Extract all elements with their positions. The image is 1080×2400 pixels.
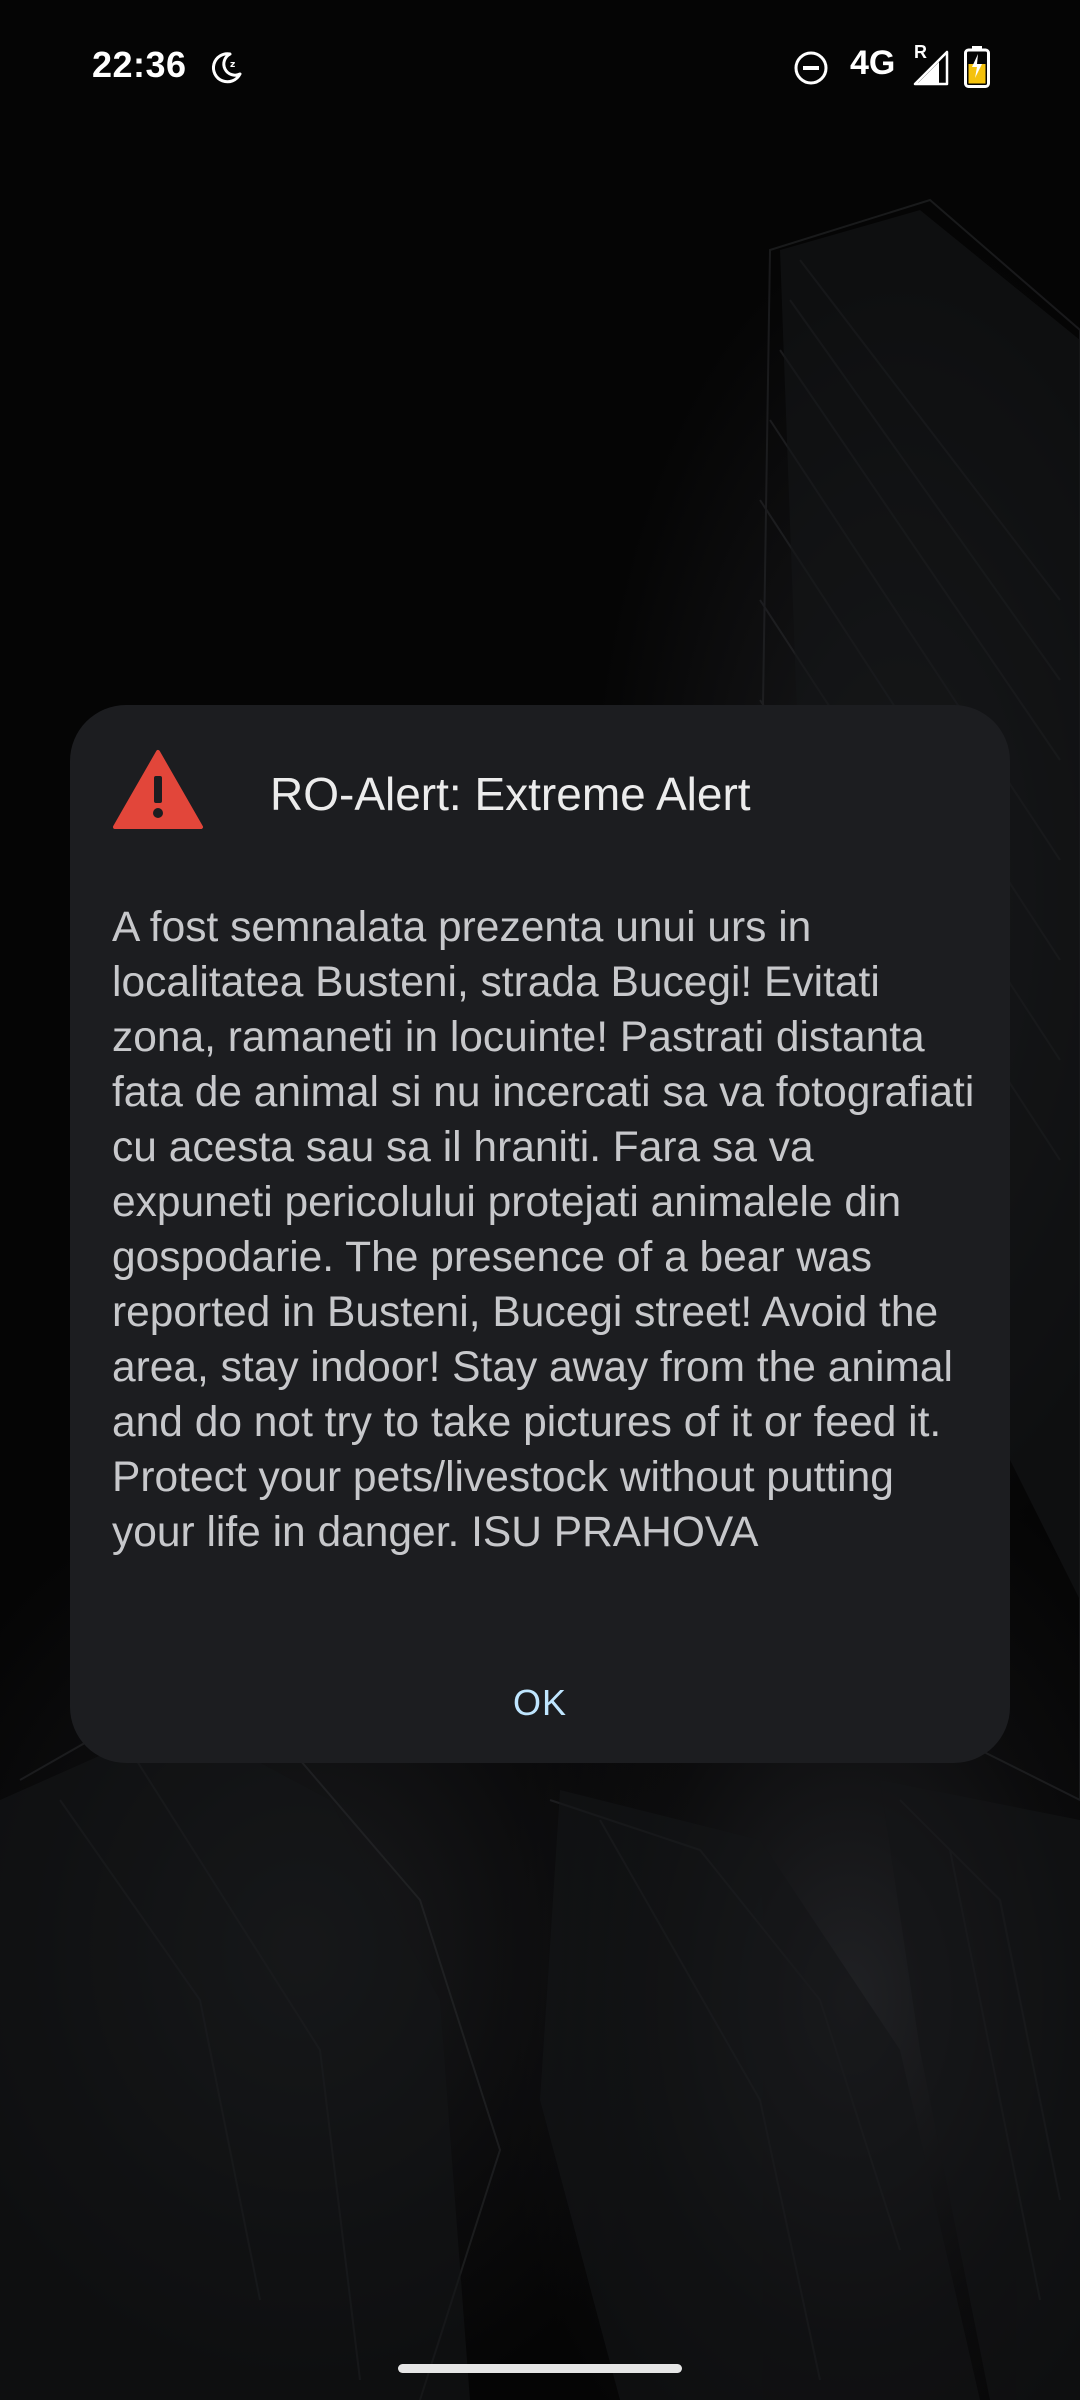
navigation-gesture-handle[interactable] <box>398 2364 682 2373</box>
alert-message: A fost semnalata prezenta unui urs in lo… <box>112 904 975 1556</box>
ok-button[interactable]: OK <box>500 1663 580 1743</box>
network-type-label: 4G <box>850 44 896 82</box>
dialog-title: RO-Alert: Extreme Alert <box>270 768 751 820</box>
screen: 22:36 z 4G R RO-Alert: Extreme Alert A f… <box>0 0 1080 2400</box>
dialog-header: RO-Alert: Extreme Alert <box>112 745 972 841</box>
svg-text:z: z <box>230 60 235 70</box>
do-not-disturb-icon <box>794 51 828 85</box>
status-time: 22:36 <box>92 44 187 85</box>
cell-signal-icon <box>913 50 949 86</box>
alert-dialog: RO-Alert: Extreme Alert A fost semnalata… <box>70 705 1010 1763</box>
bedtime-moon-icon: z <box>211 52 242 84</box>
battery-charging-icon <box>964 46 990 88</box>
status-bar: 22:36 z 4G R <box>0 0 1080 135</box>
warning-triangle-icon <box>113 750 203 829</box>
